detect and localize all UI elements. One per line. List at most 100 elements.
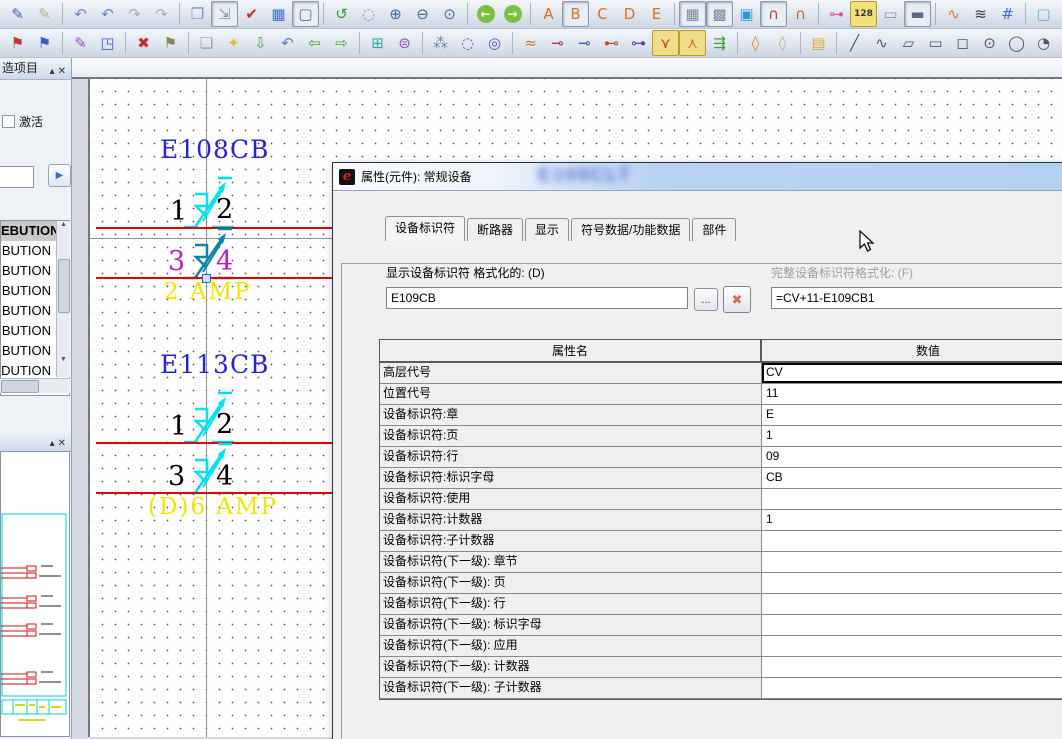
interruption-in-icon[interactable]: ⋏ bbox=[679, 30, 706, 56]
property-name-cell[interactable]: 设备标识符:章 bbox=[380, 405, 762, 425]
property-row[interactable]: 高层代号 CV bbox=[380, 363, 1062, 384]
property-name-cell[interactable]: 设备标识符(下一级): 计数器 bbox=[380, 657, 762, 677]
marker-blue-icon[interactable]: ⚑ bbox=[31, 30, 58, 56]
property-name-cell[interactable]: 设备标识符(下一级): 页 bbox=[380, 573, 762, 593]
activate-checkbox[interactable] bbox=[2, 115, 15, 128]
sync-icon[interactable]: ↺ bbox=[328, 1, 355, 27]
display-box-icon[interactable]: ▬ bbox=[904, 1, 931, 27]
property-value-cell[interactable] bbox=[762, 615, 1062, 635]
column-header-value[interactable]: 数值 bbox=[762, 340, 1062, 361]
preview-panel-title[interactable]: ▴✕ bbox=[0, 430, 71, 452]
dialog-tab[interactable]: 符号数据/功能数据 bbox=[571, 218, 690, 241]
auto-connect-icon[interactable]: ∿ bbox=[940, 1, 967, 27]
undo-icon[interactable]: ↶ bbox=[94, 1, 121, 27]
redo-point-icon[interactable]: ↷ bbox=[148, 1, 175, 27]
draw-circle-icon[interactable]: ⊙ bbox=[976, 30, 1003, 56]
panel-collapse-icon[interactable]: ▴ bbox=[50, 66, 58, 77]
property-value-cell[interactable] bbox=[762, 573, 1062, 593]
connection-curves-icon[interactable]: ≋ bbox=[967, 1, 994, 27]
copy-format-icon[interactable]: ❏ bbox=[193, 30, 220, 56]
panel-close-icon[interactable]: ✕ bbox=[58, 438, 69, 449]
property-value-cell[interactable]: E bbox=[762, 405, 1062, 425]
draw-polygon-icon[interactable]: ▱ bbox=[895, 30, 922, 56]
property-value-cell[interactable] bbox=[762, 531, 1062, 551]
tree-horizontal-scrollbar[interactable] bbox=[0, 378, 70, 393]
draw-arc-c-icon[interactable]: ◠ bbox=[1057, 30, 1062, 56]
property-row[interactable]: 位置代号 11 bbox=[380, 384, 1062, 405]
format-paint-icon[interactable]: ✎ bbox=[4, 1, 31, 27]
project-panel-title[interactable]: 造项目 ▴✕ bbox=[0, 58, 71, 80]
grid-display-icon[interactable]: ▦ bbox=[679, 1, 706, 27]
property-value-cell[interactable]: CB bbox=[762, 468, 1062, 488]
property-name-cell[interactable]: 设备标识符(下一级): 应用 bbox=[380, 636, 762, 656]
browse-button[interactable]: ... bbox=[694, 288, 718, 311]
property-row[interactable]: 设备标识符:页 1 bbox=[380, 426, 1062, 447]
property-row[interactable]: 设备标识符:使用 bbox=[380, 489, 1062, 510]
tree-vertical-scrollbar[interactable]: ▲▼ bbox=[56, 221, 70, 377]
graphic-preview-icon[interactable]: ⇲ bbox=[211, 1, 238, 27]
import-icon[interactable]: ⇩ bbox=[247, 30, 274, 56]
window-cascade-icon[interactable]: ❐ bbox=[184, 1, 211, 27]
check-red-icon[interactable]: ✔ bbox=[238, 1, 265, 27]
connection-def3-icon[interactable]: ⊷ bbox=[598, 30, 625, 56]
property-name-cell[interactable]: 设备标识符:标识字母 bbox=[380, 468, 762, 488]
draw-rectangle2-icon[interactable]: ◻ bbox=[949, 30, 976, 56]
property-row[interactable]: 设备标识符(下一级): 应用 bbox=[380, 636, 1062, 657]
filter-input[interactable] bbox=[0, 166, 34, 188]
placeholder-circle2-icon[interactable]: ◎ bbox=[481, 30, 508, 56]
connection-def1-icon[interactable]: ⊸ bbox=[544, 30, 571, 56]
grid-snap-icon[interactable]: ▩ bbox=[706, 1, 733, 27]
select-area-icon[interactable]: ▢ bbox=[1030, 1, 1057, 27]
property-name-cell[interactable]: 设备标识符:子计数器 bbox=[380, 531, 762, 551]
monitor-icon[interactable]: ▢ bbox=[292, 1, 319, 27]
net-define-icon[interactable]: # bbox=[994, 1, 1021, 27]
column-header-property[interactable]: 属性名 bbox=[380, 340, 762, 361]
dialog-titlebar[interactable]: e 属性(元件): 常规设备 E109CLT bbox=[333, 163, 1062, 191]
dialog-tab[interactable]: 断路器 bbox=[467, 218, 523, 241]
device-navigator-icon[interactable]: ⊞ bbox=[364, 30, 391, 56]
panel-close-icon[interactable]: ✕ bbox=[58, 66, 69, 77]
property-value-cell[interactable] bbox=[762, 552, 1062, 572]
navigator-d-icon[interactable]: D bbox=[616, 1, 643, 27]
property-value-cell[interactable]: 11 bbox=[762, 384, 1062, 404]
property-name-cell[interactable]: 设备标识符(下一级): 标识字母 bbox=[380, 615, 762, 635]
navigator-e-icon[interactable]: E bbox=[643, 1, 670, 27]
zoom-100-icon[interactable]: ⊙ bbox=[436, 1, 463, 27]
property-value-cell[interactable]: CV bbox=[762, 363, 1062, 383]
marker-red-icon[interactable]: ⚑ bbox=[4, 30, 31, 56]
property-name-cell[interactable]: 设备标识符(下一级): 章节 bbox=[380, 552, 762, 572]
format-paint-gray-icon[interactable]: ✎ bbox=[31, 1, 58, 27]
property-name-cell[interactable]: 设备标识符:行 bbox=[380, 447, 762, 467]
counter-128-icon[interactable]: 128 bbox=[850, 1, 877, 27]
property-value-cell[interactable] bbox=[762, 636, 1062, 656]
navigator-b-icon[interactable]: B bbox=[562, 1, 589, 27]
property-row[interactable]: 设备标识符(下一级): 计数器 bbox=[380, 657, 1062, 678]
property-row[interactable]: 设备标识符:计数器 1 bbox=[380, 510, 1062, 531]
scrollbar-thumb[interactable] bbox=[58, 259, 70, 313]
full-dt-field[interactable] bbox=[771, 287, 1062, 309]
property-row[interactable]: 设备标识符(下一级): 页 bbox=[380, 573, 1062, 594]
delete-identifier-button[interactable]: ✖ bbox=[723, 286, 751, 313]
next-icon[interactable]: ⇨ bbox=[328, 30, 355, 56]
page-back-icon[interactable]: ← bbox=[472, 1, 499, 27]
property-name-cell[interactable]: 设备标识符(下一级): 子计数器 bbox=[380, 678, 762, 698]
numbering-icon[interactable]: ⊜ bbox=[391, 30, 418, 56]
property-row[interactable]: 设备标识符(下一级): 行 bbox=[380, 594, 1062, 615]
panel-collapse-icon[interactable]: ▴ bbox=[50, 438, 58, 449]
draw-arc-icon[interactable]: ◔ bbox=[1030, 30, 1057, 56]
navigator-a-icon[interactable]: A bbox=[535, 1, 562, 27]
property-value-cell[interactable] bbox=[762, 678, 1062, 698]
connection-def2-icon[interactable]: ⊸ bbox=[571, 30, 598, 56]
device-tag[interactable]: E113CB bbox=[160, 350, 269, 379]
property-value-cell[interactable]: 1 bbox=[762, 426, 1062, 446]
interruption-out-icon[interactable]: ⋎ bbox=[652, 30, 679, 56]
property-row[interactable]: 设备标识符:标识字母 CB bbox=[380, 468, 1062, 489]
magnet-move-icon[interactable]: ∩ bbox=[787, 1, 814, 27]
property-row[interactable]: 设备标识符(下一级): 子计数器 bbox=[380, 678, 1062, 699]
draw-polyline-icon[interactable]: ∿ bbox=[868, 30, 895, 56]
back-curve-icon[interactable]: ↶ bbox=[274, 30, 301, 56]
property-name-cell[interactable]: 设备标识符:计数器 bbox=[380, 510, 762, 530]
insert-grid-icon[interactable]: ▦ bbox=[265, 1, 292, 27]
connection-def4-icon[interactable]: ⊶ bbox=[625, 30, 652, 56]
property-name-cell[interactable]: 设备标识符:页 bbox=[380, 426, 762, 446]
